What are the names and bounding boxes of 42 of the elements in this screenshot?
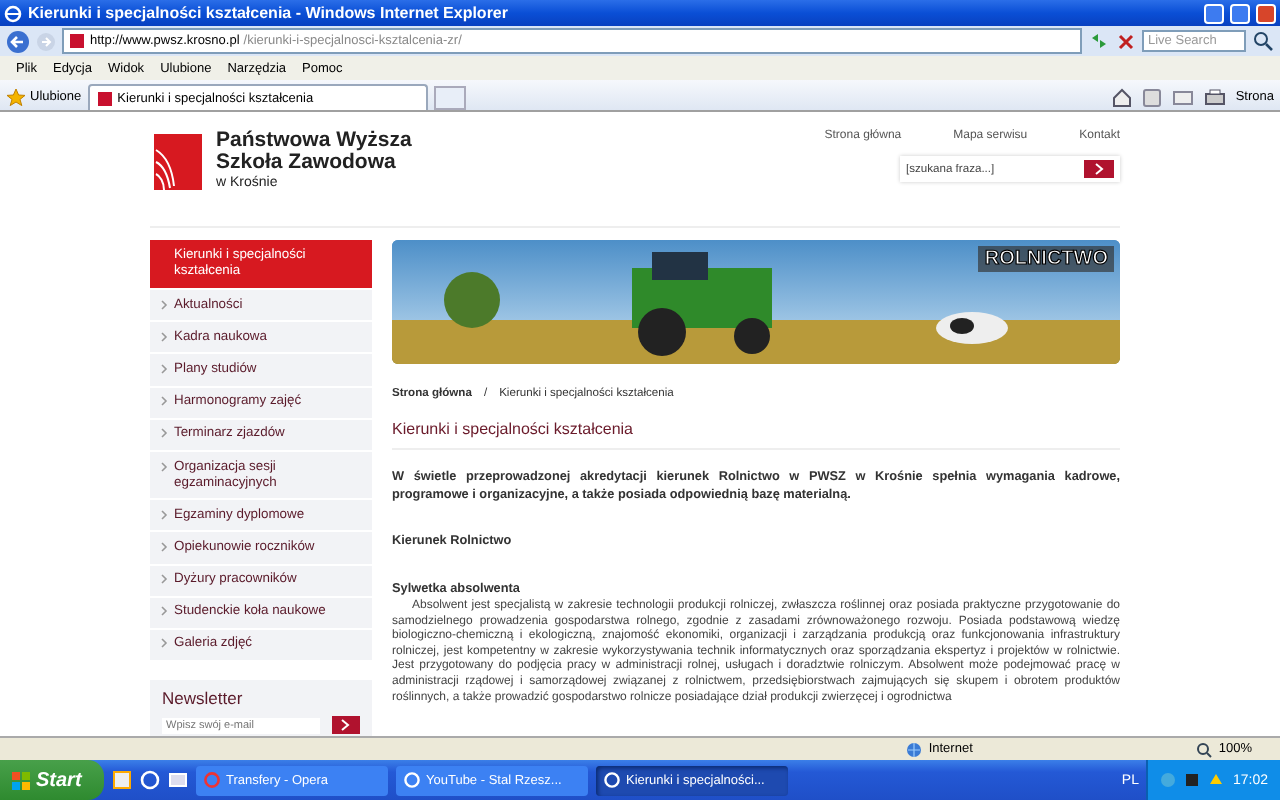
close-button[interactable] <box>1256 3 1276 23</box>
search-icon[interactable] <box>1252 30 1274 52</box>
maximize-button[interactable] <box>1230 3 1250 23</box>
refresh-icon[interactable] <box>1088 30 1110 52</box>
chevron-icon <box>160 329 168 344</box>
chevron-icon <box>160 297 168 312</box>
window-icon[interactable] <box>168 770 188 790</box>
chevron-icon <box>160 507 168 522</box>
browser-logo-icon <box>4 3 22 23</box>
windows-logo-icon <box>12 771 30 789</box>
chevron-icon <box>160 636 168 651</box>
banner-label: ROLNICTWO <box>978 246 1114 272</box>
chevron-icon <box>160 539 168 554</box>
start-button[interactable]: Start <box>0 760 104 800</box>
chevron-icon <box>160 394 168 409</box>
search-button[interactable] <box>1084 160 1114 178</box>
logo-text: Państwowa Wyższa <box>216 130 412 152</box>
zoom-icon <box>1196 741 1213 757</box>
home-icon[interactable] <box>1111 87 1132 107</box>
logo-text: Szkoła Zawodowa <box>216 152 396 174</box>
subscribe-button[interactable] <box>331 716 360 735</box>
back-arrow-icon[interactable] <box>6 29 30 53</box>
printer-icon[interactable] <box>1203 87 1226 107</box>
browser-icon[interactable] <box>140 770 160 790</box>
browser-icon <box>404 772 420 788</box>
globe-icon <box>906 741 923 757</box>
app-icon <box>204 772 220 788</box>
chevron-icon <box>160 426 168 441</box>
site-favicon-icon <box>95 89 114 107</box>
site-favicon-icon <box>68 32 86 50</box>
chevron-icon <box>160 604 168 619</box>
chevron-icon <box>160 459 168 474</box>
star-icon <box>6 87 26 107</box>
browser-icon <box>604 772 620 788</box>
chevron-icon <box>160 361 168 376</box>
stop-icon[interactable] <box>1116 31 1136 51</box>
minimize-button[interactable] <box>1204 3 1224 23</box>
chevron-icon <box>160 572 168 587</box>
page-heading: Kierunki i specjalności kształcenia <box>392 420 1120 450</box>
newsletter-title: Newsletter <box>162 688 245 709</box>
window-title: Kierunki i specjalności kształcenia - Windows Internet Explorer <box>28 4 508 22</box>
university-logo-icon <box>150 130 206 194</box>
